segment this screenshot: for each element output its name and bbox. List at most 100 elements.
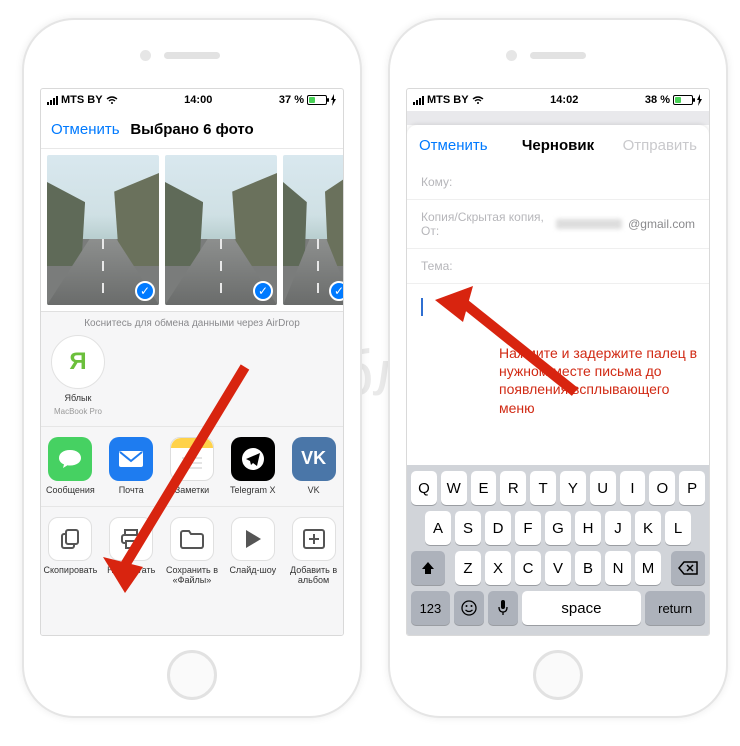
copy-icon xyxy=(48,517,92,561)
from-address-redacted xyxy=(556,219,622,229)
print-icon xyxy=(109,517,153,561)
app-label: VK xyxy=(308,486,320,496)
key-r[interactable]: R xyxy=(500,471,526,505)
photo-thumb-1[interactable]: ✓ xyxy=(47,155,159,305)
keyboard-row-4: 123 space return xyxy=(411,591,705,625)
cancel-button[interactable]: Отменить xyxy=(51,121,120,138)
action-add-to-album[interactable]: Добавить в альбом xyxy=(285,517,343,586)
key-i[interactable]: I xyxy=(620,471,646,505)
key-n[interactable]: N xyxy=(605,551,631,585)
clock: 14:02 xyxy=(550,94,578,106)
battery-pct: 38 % xyxy=(645,94,670,106)
space-key[interactable]: space xyxy=(522,591,642,625)
screen-right: MTS BY 14:02 38 % Отменить Черновик Отпр… xyxy=(406,88,710,636)
key-z[interactable]: Z xyxy=(455,551,481,585)
action-label: Напечатать xyxy=(107,566,155,576)
return-key[interactable]: return xyxy=(645,591,705,625)
play-icon xyxy=(231,517,275,561)
selected-check-icon: ✓ xyxy=(135,281,155,301)
keyboard-row-3: ZXCVBNM xyxy=(411,551,705,585)
shift-key[interactable] xyxy=(411,551,445,585)
telegram-icon xyxy=(231,437,275,481)
charging-icon xyxy=(696,94,703,106)
action-label: Скопировать xyxy=(44,566,98,576)
sheet-backdrop xyxy=(407,111,709,125)
key-d[interactable]: D xyxy=(485,511,511,545)
selected-check-icon: ✓ xyxy=(253,281,273,301)
key-a[interactable]: A xyxy=(425,511,451,545)
key-h[interactable]: H xyxy=(575,511,601,545)
battery-icon xyxy=(673,95,693,105)
mail-body[interactable]: Нажмите и задержите палец в нужном месте… xyxy=(407,284,709,465)
mail-icon xyxy=(109,437,153,481)
key-u[interactable]: U xyxy=(590,471,616,505)
photo-thumb-2[interactable]: ✓ xyxy=(165,155,277,305)
key-y[interactable]: Y xyxy=(560,471,586,505)
cancel-button[interactable]: Отменить xyxy=(419,137,488,154)
airdrop-device: MacBook Pro xyxy=(54,407,102,416)
backspace-key[interactable] xyxy=(671,551,705,585)
key-q[interactable]: Q xyxy=(411,471,437,505)
airdrop-target[interactable]: Я Яблык MacBook Pro xyxy=(51,335,105,416)
action-copy[interactable]: Скопировать xyxy=(41,517,99,586)
key-b[interactable]: B xyxy=(575,551,601,585)
key-l[interactable]: L xyxy=(665,511,691,545)
key-c[interactable]: C xyxy=(515,551,541,585)
selected-check-icon: ✓ xyxy=(329,281,343,301)
share-app-notes[interactable]: Заметки xyxy=(163,437,221,496)
action-label: Слайд-шоу xyxy=(229,566,276,576)
key-k[interactable]: K xyxy=(635,511,661,545)
mail-compose-sheet: Отменить Черновик Отправить Кому: Копия/… xyxy=(407,125,709,635)
dictation-key[interactable] xyxy=(488,591,518,625)
key-e[interactable]: E xyxy=(471,471,497,505)
home-button[interactable] xyxy=(533,650,583,700)
key-w[interactable]: W xyxy=(441,471,467,505)
key-f[interactable]: F xyxy=(515,511,541,545)
numbers-key[interactable]: 123 xyxy=(411,591,450,625)
airdrop-row: Я Яблык MacBook Pro xyxy=(41,331,343,427)
share-app-telegram[interactable]: Telegram X xyxy=(224,437,282,496)
battery-pct: 37 % xyxy=(279,94,304,106)
battery-icon xyxy=(307,95,327,105)
clock: 14:00 xyxy=(184,94,212,106)
selected-photos-row[interactable]: ✓ ✓ ✓ xyxy=(41,149,343,311)
vk-icon: VK xyxy=(292,437,336,481)
action-slideshow[interactable]: Слайд-шоу xyxy=(224,517,282,586)
mail-navbar: Отменить Черновик Отправить xyxy=(407,125,709,165)
emoji-key[interactable] xyxy=(454,591,484,625)
notes-icon xyxy=(170,437,214,481)
airdrop-avatar: Я xyxy=(51,335,105,389)
carrier-label: MTS BY xyxy=(61,94,103,106)
carrier-label: MTS BY xyxy=(427,94,469,106)
key-p[interactable]: P xyxy=(679,471,705,505)
screen-left: MTS BY 14:00 37 % Отменить Выбрано 6 фот… xyxy=(40,88,344,636)
share-app-vk[interactable]: VK VK xyxy=(285,437,343,496)
app-label: Telegram X xyxy=(230,486,276,496)
airdrop-name: Яблык xyxy=(65,393,92,403)
photo-thumb-3[interactable]: ✓ xyxy=(283,155,343,305)
status-bar: MTS BY 14:00 37 % xyxy=(41,89,343,111)
key-t[interactable]: T xyxy=(530,471,556,505)
key-g[interactable]: G xyxy=(545,511,571,545)
action-save-to-files[interactable]: Сохранить в «Файлы» xyxy=(163,517,221,586)
key-s[interactable]: S xyxy=(455,511,481,545)
cc-from-field[interactable]: Копия/Скрытая копия, От: @gmail.com xyxy=(407,200,709,249)
keyboard-row-1: QWERTYUIOP xyxy=(411,471,705,505)
app-label: Заметки xyxy=(175,486,209,496)
key-x[interactable]: X xyxy=(485,551,511,585)
share-app-messages[interactable]: Сообщения xyxy=(41,437,99,496)
wifi-icon xyxy=(472,96,484,105)
text-cursor xyxy=(421,298,423,316)
iphone-frame-left: MTS BY 14:00 37 % Отменить Выбрано 6 фот… xyxy=(22,18,362,718)
send-button[interactable]: Отправить xyxy=(623,137,697,154)
subject-field[interactable]: Тема: xyxy=(407,249,709,284)
key-m[interactable]: M xyxy=(635,551,661,585)
share-app-mail[interactable]: Почта xyxy=(102,437,160,496)
wifi-icon xyxy=(106,96,118,105)
key-j[interactable]: J xyxy=(605,511,631,545)
to-field[interactable]: Кому: xyxy=(407,165,709,200)
home-button[interactable] xyxy=(167,650,217,700)
key-v[interactable]: V xyxy=(545,551,571,585)
action-print[interactable]: Напечатать xyxy=(102,517,160,586)
key-o[interactable]: O xyxy=(649,471,675,505)
